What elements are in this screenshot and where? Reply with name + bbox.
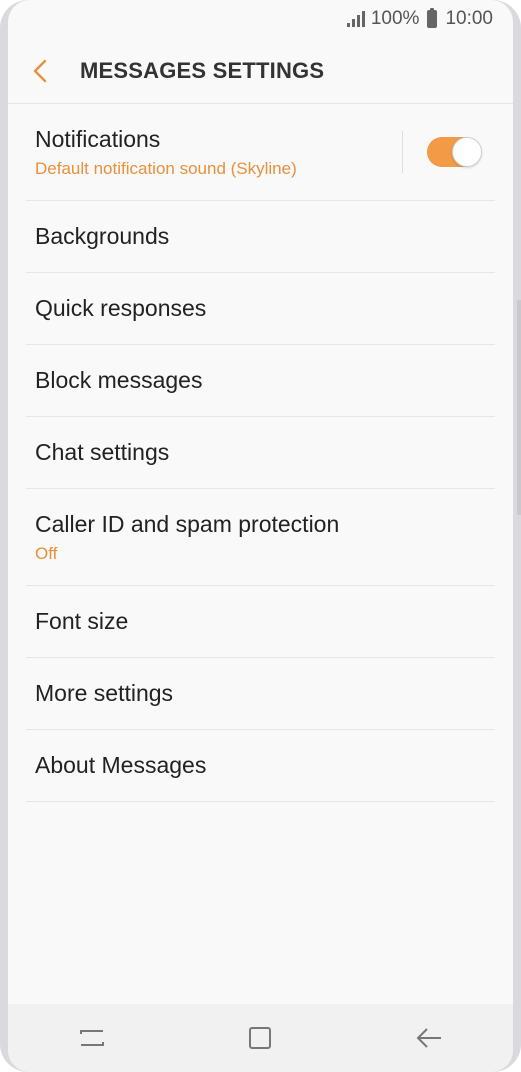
recent-apps-button[interactable] <box>62 1008 122 1068</box>
app-header: MESSAGES SETTINGS <box>8 38 513 104</box>
status-time: 10:00 <box>445 8 493 29</box>
settings-item-subtitle: Default notification sound (Skyline) <box>35 158 297 178</box>
settings-item-chat-settings[interactable]: Chat settings <box>26 417 495 489</box>
settings-item-label: Notifications <box>35 125 161 152</box>
settings-item-caller-id[interactable]: Caller ID and spam protection Off <box>26 489 495 586</box>
screen: 100% 10:00 MESSAGES SETTINGS Notificatio… <box>8 0 513 1072</box>
home-icon <box>249 1027 272 1049</box>
settings-item-label: Font size <box>35 608 129 634</box>
settings-item-label: About Messages <box>35 752 207 778</box>
signal-icon <box>346 11 365 27</box>
settings-item-label: Backgrounds <box>35 223 170 249</box>
battery-icon <box>427 8 438 28</box>
settings-item-label: Chat settings <box>35 439 170 465</box>
back-button[interactable] <box>8 38 72 104</box>
settings-item-notifications[interactable]: Notifications Default notification sound… <box>26 104 495 201</box>
home-button[interactable] <box>230 1008 290 1068</box>
settings-item-label: Block messages <box>35 367 203 393</box>
settings-list: Notifications Default notification sound… <box>26 104 495 802</box>
recent-apps-icon <box>80 1030 105 1046</box>
settings-item-label: More settings <box>35 680 174 706</box>
settings-item-subtitle: Off <box>35 543 58 563</box>
status-bar: 100% 10:00 <box>8 0 513 38</box>
toggle-knob <box>452 137 482 167</box>
page-title: MESSAGES SETTINGS <box>80 57 325 83</box>
notifications-toggle[interactable] <box>427 137 482 167</box>
settings-item-about-messages[interactable]: About Messages <box>26 730 495 802</box>
device-frame: 100% 10:00 MESSAGES SETTINGS Notificatio… <box>0 0 521 1072</box>
settings-item-more-settings[interactable]: More settings <box>26 658 495 730</box>
nav-back-button[interactable] <box>399 1008 459 1068</box>
arrow-left-icon <box>416 1028 441 1048</box>
battery-percent: 100% <box>370 8 420 29</box>
chevron-left-icon <box>33 59 47 82</box>
settings-item-label: Caller ID and spam protection <box>35 510 340 537</box>
settings-item-backgrounds[interactable]: Backgrounds <box>26 201 495 273</box>
settings-item-label: Quick responses <box>35 295 207 321</box>
settings-item-block-messages[interactable]: Block messages <box>26 345 495 417</box>
navigation-bar <box>8 1004 513 1072</box>
settings-item-quick-responses[interactable]: Quick responses <box>26 273 495 345</box>
vertical-divider <box>402 131 403 173</box>
side-key <box>517 300 521 515</box>
settings-item-font-size[interactable]: Font size <box>26 586 495 658</box>
